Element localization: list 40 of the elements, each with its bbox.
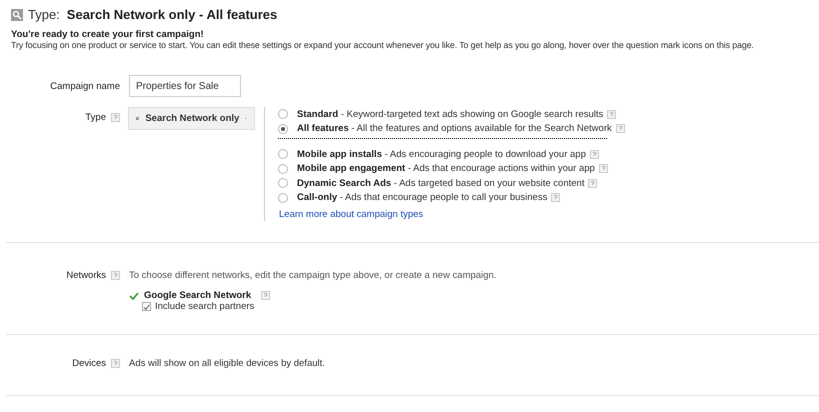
help-icon[interactable]: [598, 164, 608, 174]
help-icon[interactable]: [616, 124, 625, 134]
option-label: Dynamic Search Ads - Ads targeted based on your website content: [297, 178, 584, 189]
header-label: Type:: [28, 7, 60, 22]
checkbox[interactable]: [142, 302, 151, 311]
option-label: All features - All the features and options available for the Search Network: [297, 123, 612, 134]
networks-note: To choose different networks, edit the campaign type above, or create a new campaign.: [129, 270, 496, 281]
help-icon[interactable]: [261, 291, 270, 300]
option-label: Standard - Keyword-targeted text ads showing on Google search results: [297, 108, 604, 120]
network-dropdown[interactable]: Search Network only: [128, 107, 255, 130]
header-value: Search Network only - All features: [66, 7, 278, 22]
help-icon[interactable]: [588, 178, 598, 188]
field-label: Devices: [72, 358, 106, 369]
help-icon[interactable]: [111, 359, 120, 368]
intro-title: You're ready to create your first campaign!: [10, 29, 205, 40]
radio-button[interactable]: [278, 109, 288, 120]
field-label: Type: [85, 112, 106, 123]
option-label: Call-only - Ads that encourage people to call your business: [297, 192, 548, 204]
radio-button[interactable]: [278, 192, 288, 203]
radio-button[interactable]: [278, 149, 288, 160]
help-icon[interactable]: [111, 271, 120, 280]
intro-text: Try focusing on one product or service to start. You can edit these settings or expand your account whenever you like. To get help as you go along, hover over the question mark icons on this page.: [10, 40, 755, 51]
help-icon[interactable]: [111, 113, 120, 122]
field-label: Campaign name: [50, 80, 120, 92]
campaign-name-field[interactable]: Properties for Sale: [129, 75, 241, 97]
option-label: Mobile app engagement - Ads that encourage actions within your app: [297, 163, 595, 174]
radio-button[interactable]: [278, 178, 288, 188]
radio-button[interactable]: [278, 124, 288, 134]
checkbox-label: Include search partners: [155, 301, 254, 312]
network-name: Google Search Network: [144, 290, 252, 301]
campaign-types-link[interactable]: Learn more about campaign types: [278, 209, 625, 220]
search-icon: [11, 8, 23, 20]
check-icon: [129, 292, 139, 300]
option-label: Mobile app installs - Ads encouraging people to download your app: [297, 148, 586, 160]
devices-note: Ads will show on all eligible devices by default.: [129, 358, 325, 369]
help-icon[interactable]: [551, 193, 560, 202]
field-label: Networks: [66, 270, 106, 281]
help-icon[interactable]: [590, 150, 599, 159]
help-icon[interactable]: [607, 110, 616, 119]
radio-button[interactable]: [278, 164, 288, 174]
